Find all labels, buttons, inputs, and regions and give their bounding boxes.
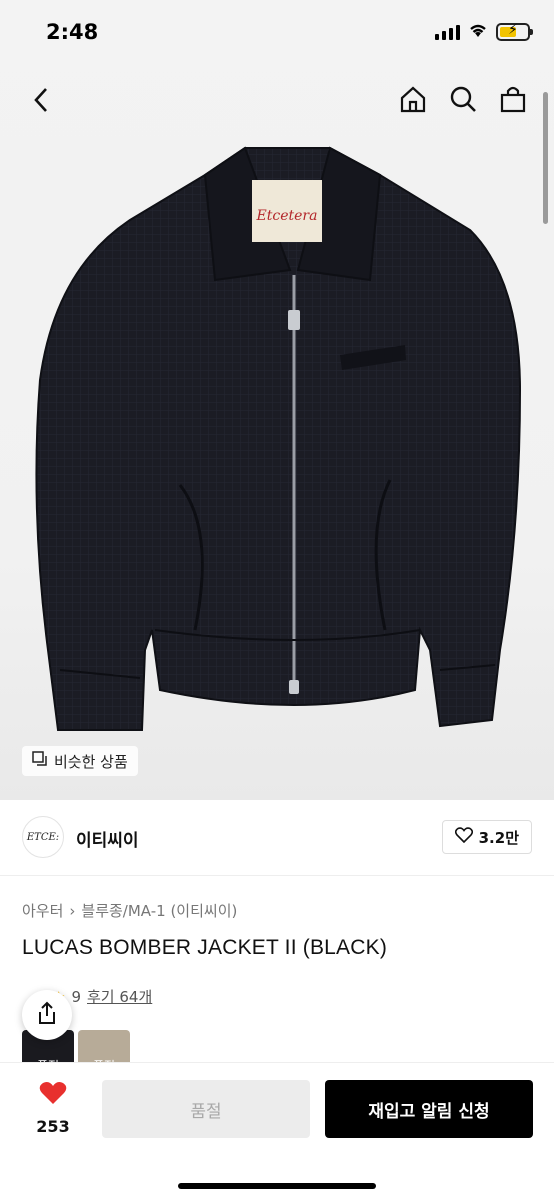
bag-icon[interactable] — [498, 82, 528, 116]
product-title: LUCAS BOMBER JACKET II (BLACK) — [22, 936, 388, 959]
rating-value: 9 — [71, 987, 81, 1006]
battery-icon: ⚡ — [496, 22, 533, 41]
status-bar: 2:48 ⚡ — [0, 0, 554, 62]
brand-name[interactable]: 이티씨이 — [76, 826, 139, 851]
search-icon[interactable] — [448, 82, 478, 116]
share-icon — [36, 1001, 58, 1029]
status-time: 2:48 — [46, 20, 99, 44]
heart-icon — [39, 1081, 67, 1109]
soldout-button[interactable]: 품절 — [102, 1080, 310, 1138]
scrollbar[interactable] — [543, 92, 548, 224]
top-nav — [0, 80, 554, 120]
similar-products-button[interactable]: 비슷한 상품 — [22, 746, 138, 776]
product-image[interactable]: Etcetera — [0, 130, 554, 770]
restock-alert-button[interactable]: 재입고 알림 신청 — [325, 1080, 533, 1138]
share-button[interactable] — [22, 990, 72, 1040]
brand-row[interactable]: ETCE: 이티씨이 3.2만 — [0, 800, 554, 876]
cellular-signal-icon — [435, 24, 460, 40]
brand-like-button[interactable]: 3.2만 — [441, 820, 532, 854]
breadcrumb: 아우터 › 블루종/MA-1 (이티씨이) — [22, 900, 237, 921]
review-count-link[interactable]: 후기 64개 — [87, 986, 152, 1007]
similar-label: 비슷한 상품 — [54, 752, 128, 771]
svg-text:Etcetera: Etcetera — [256, 208, 318, 224]
heart-outline-icon — [454, 827, 473, 847]
brand-logo[interactable]: ETCE: — [22, 816, 64, 858]
wishlist-button[interactable]: 253 — [30, 1081, 76, 1136]
brand-like-count: 3.2만 — [478, 828, 519, 847]
breadcrumb-item[interactable]: 블루종/MA-1 (이티씨이) — [81, 900, 237, 921]
wifi-icon — [468, 22, 488, 42]
similar-icon — [32, 751, 48, 771]
bottom-action-bar: 253 품절 재입고 알림 신청 — [0, 1062, 554, 1200]
wish-count: 253 — [36, 1117, 70, 1136]
home-icon[interactable] — [398, 82, 428, 116]
home-indicator[interactable] — [178, 1183, 376, 1189]
back-icon[interactable] — [26, 82, 56, 118]
product-image-area[interactable]: Etcetera 비슷한 상품 — [0, 0, 554, 800]
breadcrumb-item[interactable]: 아우터 — [22, 900, 63, 921]
chevron-right-icon: › — [69, 901, 76, 920]
